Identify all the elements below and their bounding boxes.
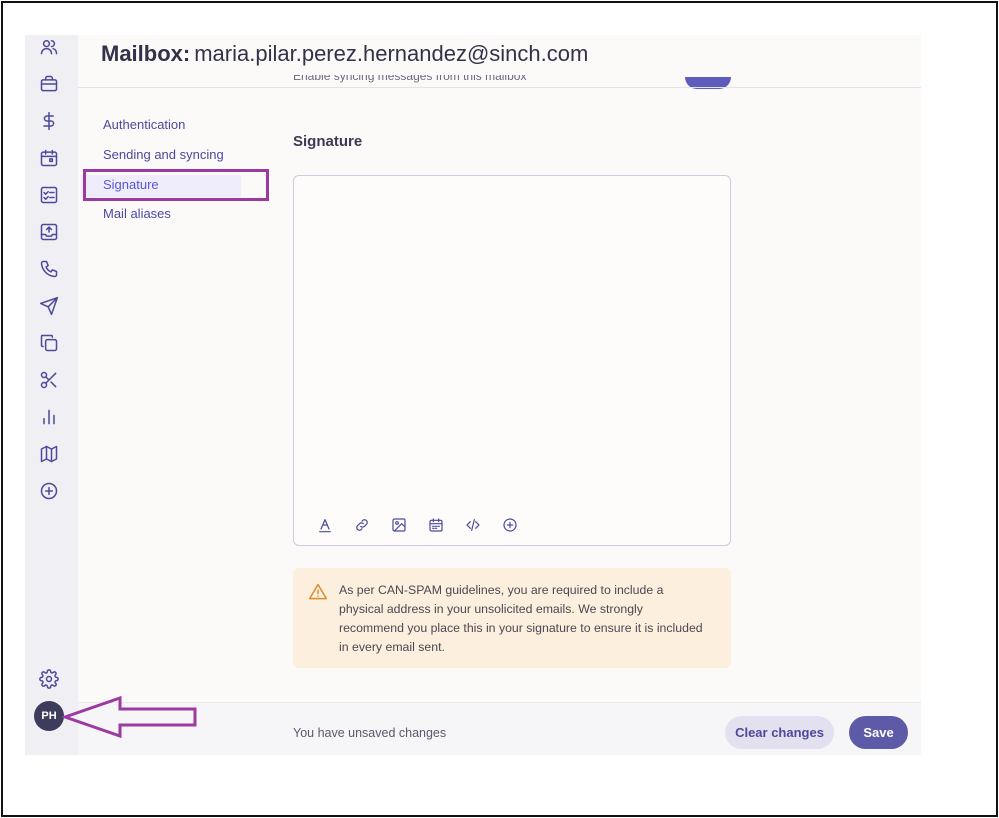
unsaved-status: You have unsaved changes: [293, 726, 447, 740]
app-window: PH Mailbox: maria.pilar.perez.hernandez@s…: [25, 35, 921, 755]
map-icon[interactable]: [37, 442, 61, 466]
mailbox-address: maria.pilar.perez.hernandez@sinch.com: [194, 41, 589, 66]
subnav-item-sending-syncing[interactable]: Sending and syncing: [103, 147, 224, 162]
inbox-upload-icon[interactable]: [37, 220, 61, 244]
calendar-icon[interactable]: [37, 146, 61, 170]
dollar-icon[interactable]: [37, 109, 61, 133]
scrolled-setting-row: Enable syncing messages from this mailbo…: [293, 75, 733, 87]
clear-changes-button[interactable]: Clear changes: [725, 716, 834, 749]
user-avatar[interactable]: PH: [34, 701, 64, 731]
subnav-item-authentication[interactable]: Authentication: [103, 117, 185, 132]
annotation-arrow: [62, 696, 197, 739]
page-title-label: Mailbox:: [101, 41, 191, 66]
warning-icon: [308, 582, 328, 602]
scrolled-setting-label: Enable syncing messages from this mailbo…: [293, 75, 527, 83]
contacts-icon[interactable]: [37, 35, 61, 59]
link-icon[interactable]: [352, 515, 372, 535]
text-format-icon[interactable]: [315, 515, 335, 535]
copy-icon[interactable]: [37, 331, 61, 355]
save-button[interactable]: Save: [849, 716, 908, 749]
gear-icon[interactable]: [37, 667, 61, 691]
sync-toggle[interactable]: [685, 77, 731, 91]
can-spam-alert: As per CAN-SPAM guidelines, you are requ…: [293, 568, 731, 668]
insert-add-icon[interactable]: [500, 515, 520, 535]
add-circle-icon[interactable]: [37, 479, 61, 503]
bar-chart-icon[interactable]: [37, 405, 61, 429]
page-title: Mailbox: maria.pilar.perez.hernandez@sinc…: [101, 41, 588, 67]
briefcase-icon[interactable]: [37, 72, 61, 96]
alert-message: As per CAN-SPAM guidelines, you are requ…: [339, 583, 703, 654]
phone-icon[interactable]: [37, 257, 61, 281]
signature-editor[interactable]: [293, 175, 731, 546]
footer-bar: You have unsaved changes Clear changes S…: [78, 702, 921, 755]
subnav-item-mail-aliases[interactable]: Mail aliases: [103, 206, 171, 221]
annotation-highlight-box: [83, 169, 269, 201]
send-icon[interactable]: [37, 294, 61, 318]
image-icon[interactable]: [389, 515, 409, 535]
scissors-icon[interactable]: [37, 368, 61, 392]
calendar-insert-icon[interactable]: [426, 515, 446, 535]
signature-heading: Signature: [293, 133, 363, 150]
sidebar: PH: [25, 35, 78, 755]
header-divider: [78, 87, 921, 88]
code-icon[interactable]: [463, 515, 483, 535]
tasks-icon[interactable]: [37, 183, 61, 207]
